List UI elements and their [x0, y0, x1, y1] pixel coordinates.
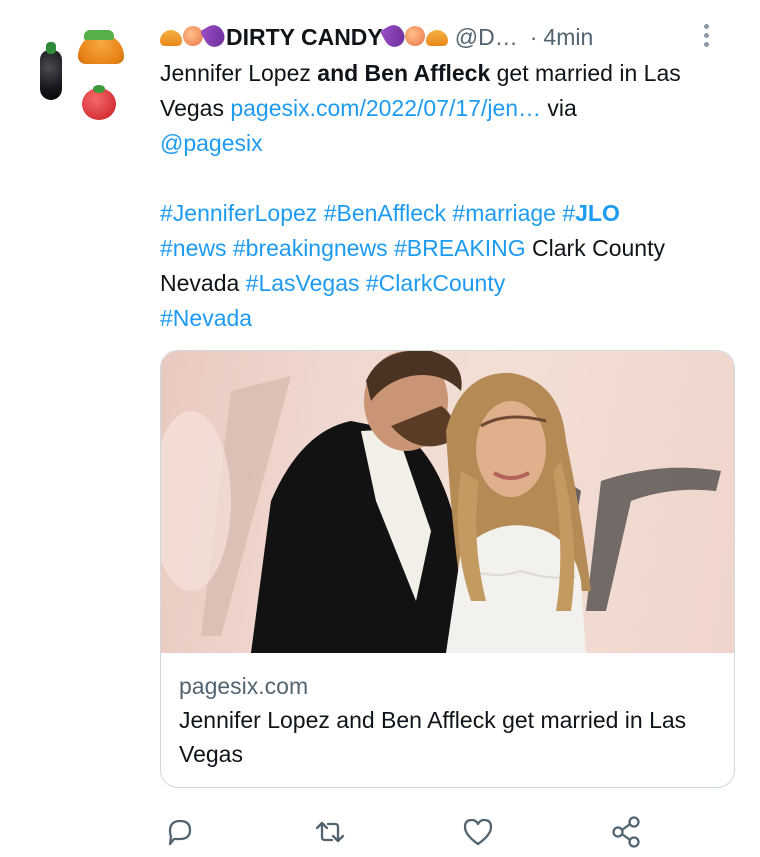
- taco-emoji-icon: [425, 30, 448, 46]
- hashtag-link[interactable]: #JLO: [562, 200, 620, 226]
- tweet-actions: [160, 815, 660, 849]
- retweet-icon[interactable]: [312, 815, 348, 849]
- avatar[interactable]: [32, 30, 132, 125]
- tweet-text-bold: and Ben Affleck: [317, 60, 491, 86]
- hashtag-link[interactable]: #JenniferLopez: [160, 200, 317, 226]
- link-card[interactable]: pagesix.com Jennifer Lopez and Ben Affle…: [160, 350, 735, 788]
- tweet-text: Jennifer Lopez and Ben Affleck get marri…: [160, 56, 720, 336]
- peach-emoji-icon: [183, 26, 203, 46]
- user-handle[interactable]: @D…: [455, 24, 518, 51]
- hashtag-prefix: #: [562, 200, 576, 226]
- tweet-text-segment: via: [541, 95, 577, 121]
- hashtag-link[interactable]: #marriage: [452, 200, 556, 226]
- hashtag-link[interactable]: #LasVegas: [246, 270, 360, 296]
- tomato-candy-icon: [82, 85, 116, 120]
- peach-emoji-icon: [404, 26, 425, 46]
- tweet-text-segment: Jennifer Lopez: [160, 60, 318, 86]
- hashtag-link[interactable]: #BREAKING: [394, 235, 526, 261]
- hashtag-link[interactable]: #breakingnews: [233, 235, 388, 261]
- tweet-header: DIRTY CANDY @D… · 4min: [160, 20, 740, 54]
- hashtag-link[interactable]: #ClarkCounty: [366, 270, 505, 296]
- hashtag-link[interactable]: #Nevada: [160, 305, 252, 331]
- eggplant-candy-icon: [40, 42, 62, 100]
- eggplant-emoji-icon: [199, 21, 229, 51]
- card-domain: pagesix.com: [179, 673, 309, 699]
- taco-candy-icon: [78, 30, 124, 64]
- couple-photo-illustration: [161, 351, 721, 653]
- article-link[interactable]: pagesix.com/2022/07/17/jen…: [230, 95, 541, 121]
- share-icon[interactable]: [608, 815, 644, 849]
- eggplant-emoji-icon: [379, 21, 408, 51]
- timestamp[interactable]: 4min: [543, 24, 593, 51]
- more-options-icon[interactable]: [704, 24, 710, 48]
- card-image[interactable]: [161, 351, 734, 653]
- hashtag-bold-text: JLO: [575, 200, 620, 226]
- hashtag-link[interactable]: #news: [160, 235, 226, 261]
- card-meta: pagesix.com Jennifer Lopez and Ben Affle…: [179, 669, 716, 771]
- separator-dot: ·: [529, 23, 538, 50]
- like-icon[interactable]: [460, 815, 496, 849]
- display-name[interactable]: DIRTY CANDY: [226, 24, 383, 51]
- hashtag-link[interactable]: #BenAffleck: [324, 200, 446, 226]
- tweet[interactable]: DIRTY CANDY @D… · 4min Jennifer Lopez an…: [0, 0, 760, 857]
- card-title: Jennifer Lopez and Ben Affleck get marri…: [179, 707, 687, 767]
- reply-icon[interactable]: [162, 815, 198, 849]
- taco-emoji-icon: [160, 30, 182, 46]
- mention-link[interactable]: @pagesix: [160, 130, 263, 156]
